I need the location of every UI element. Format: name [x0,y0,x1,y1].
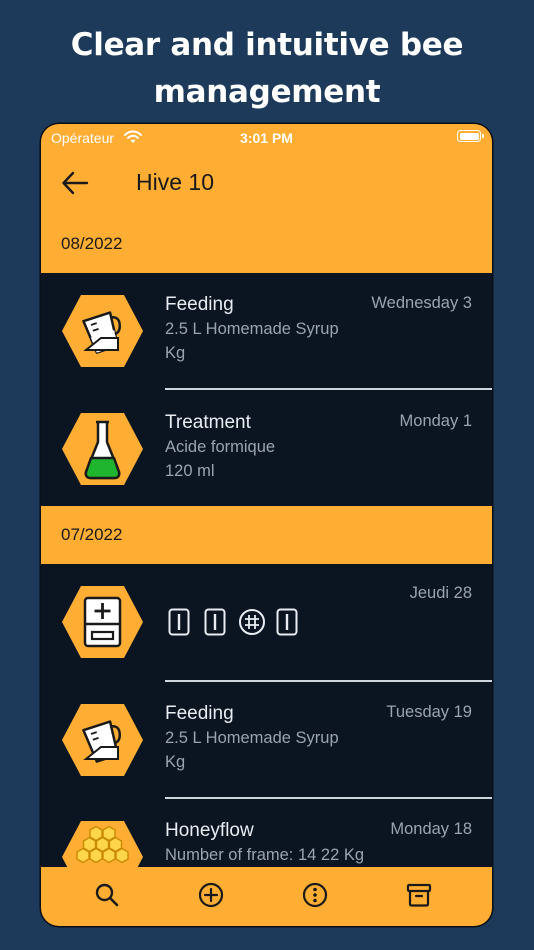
frame-bar-icon [168,608,190,636]
entry-date: Jeudi 28 [409,584,472,602]
bottom-toolbar [41,867,492,926]
archive-icon[interactable] [404,880,434,910]
entry-unit: Kg [165,753,186,771]
phone-screen: Opérateur 3:01 PM Hive 10 08/2022 Feedin… [41,124,492,926]
app-bar: Opérateur 3:01 PM Hive 10 08/2022 [41,124,492,273]
entry-detail: 2.5 L Homemade Syrup [165,729,339,747]
status-time: 3:01 PM [240,130,293,146]
honeycomb-icon [62,821,143,867]
entry-date: Monday 1 [399,412,472,430]
entry-date: Monday 18 [390,820,472,838]
list-item-treatment[interactable]: Treatment Acide formique 120 ml Monday 1 [41,390,492,506]
entry-title: Feeding [165,294,234,315]
list-item-hive-visit[interactable]: Jeudi 28 [41,564,492,682]
search-icon[interactable] [92,880,122,910]
entry-detail: 2.5 L Homemade Syrup [165,320,339,338]
entry-date: Tuesday 19 [386,703,472,721]
more-icon[interactable] [300,880,330,910]
frame-grid-icon [239,609,265,635]
month-header: 07/2022 [41,506,492,564]
entry-date: Wednesday 3 [371,294,472,312]
flask-icon [62,413,143,485]
hive-box-icon [62,586,143,658]
list-item-honeyflow[interactable]: Honeyflow Number of frame: 14 22 Kg Mond… [41,798,492,867]
entry-detail: Number of frame: 14 22 Kg [165,846,365,864]
battery-icon [457,130,484,142]
list-item-feeding[interactable]: Feeding 2.5 L Homemade Syrup Kg Wednesda… [41,273,492,390]
add-icon[interactable] [196,880,226,910]
marketing-headline: Clear and intuitive bee management [0,22,534,116]
status-bar: Opérateur 3:01 PM [41,124,492,152]
headline-line-1: Clear and intuitive bee [70,27,464,63]
entry-title: Honeyflow [165,820,254,841]
measuring-cup-icon [62,704,143,776]
frame-bar-icon [204,608,226,636]
entry-quantity: 120 ml [165,462,215,480]
back-arrow-button[interactable] [61,170,89,196]
entry-unit: Kg [165,344,186,362]
list-item-feeding[interactable]: Feeding 2.5 L Homemade Syrup Kg Tuesday … [41,681,492,799]
headline-line-2: management [153,74,381,110]
entry-detail: Acide formique [165,438,276,456]
entry-title: Treatment [165,412,251,433]
page-title: Hive 10 [136,169,214,195]
entry-title: Feeding [165,703,234,724]
frame-bar-icon [276,608,298,636]
month-header: 08/2022 [41,215,492,273]
measuring-cup-icon [62,295,143,367]
